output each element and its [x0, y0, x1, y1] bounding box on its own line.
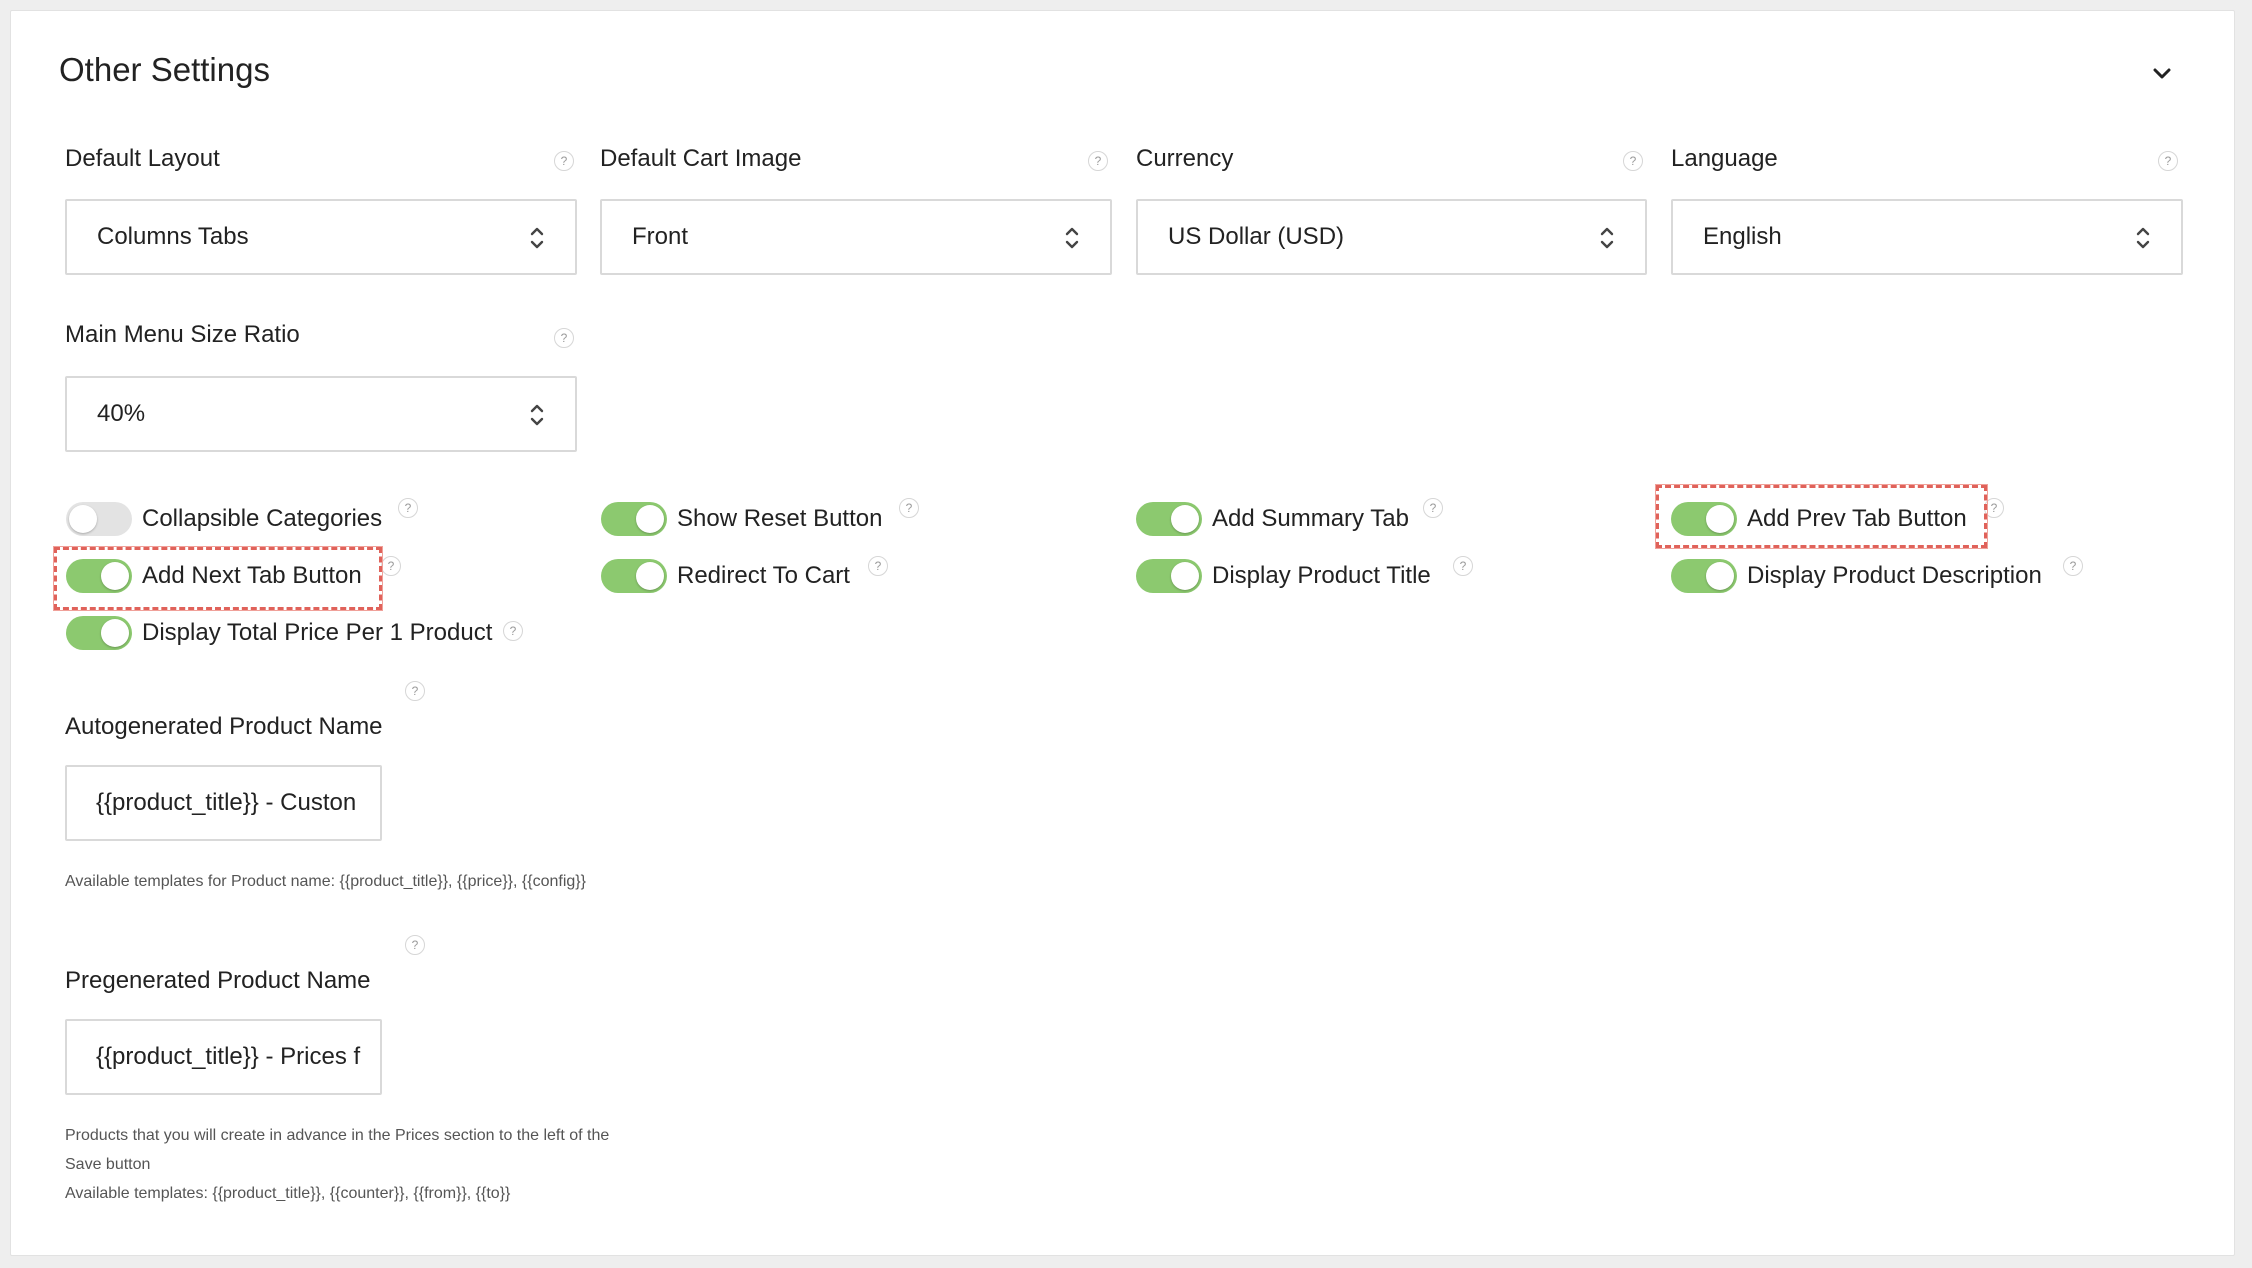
- help-icon[interactable]: ?: [405, 681, 425, 701]
- help-icon[interactable]: ?: [503, 621, 523, 641]
- toggle-display-product-description[interactable]: Display Product Description: [1671, 559, 2042, 593]
- help-icon[interactable]: ?: [868, 556, 888, 576]
- select-value: Columns Tabs: [97, 223, 249, 250]
- autogenerated-hint: Available templates for Product name: {{…: [65, 873, 586, 890]
- language-label: Language: [1671, 145, 1778, 172]
- toggle-label: Display Product Description: [1747, 562, 2042, 589]
- help-icon[interactable]: ?: [1984, 498, 2004, 518]
- main-menu-size-ratio-label: Main Menu Size Ratio: [65, 321, 300, 348]
- toggle-switch[interactable]: [601, 559, 667, 593]
- toggle-switch[interactable]: [66, 616, 132, 650]
- main-menu-size-ratio-select[interactable]: 40%: [65, 376, 577, 452]
- pregenerated-hint-line-1: Products that you will create in advance…: [65, 1127, 610, 1144]
- default-layout-label: Default Layout: [65, 145, 220, 172]
- toggle-switch[interactable]: [1136, 559, 1202, 593]
- help-icon[interactable]: ?: [2063, 556, 2083, 576]
- other-settings-panel: Other Settings Default Layout ? Columns …: [10, 10, 2235, 1256]
- toggle-switch[interactable]: [601, 502, 667, 536]
- toggle-switch[interactable]: [1671, 559, 1737, 593]
- help-icon[interactable]: ?: [1623, 151, 1643, 171]
- sort-arrows-icon: [1600, 227, 1614, 249]
- toggle-label: Show Reset Button: [677, 505, 883, 532]
- toggle-switch[interactable]: [66, 502, 132, 536]
- help-icon[interactable]: ?: [381, 556, 401, 576]
- default-cart-image-select[interactable]: Front: [600, 199, 1112, 275]
- help-icon[interactable]: ?: [1423, 498, 1443, 518]
- toggle-redirect-to-cart[interactable]: Redirect To Cart: [601, 559, 850, 593]
- toggle-label: Add Summary Tab: [1212, 505, 1409, 532]
- section-title: Other Settings: [59, 51, 270, 88]
- help-icon[interactable]: ?: [398, 498, 418, 518]
- pregenerated-hint-line-3: Available templates: {{product_title}}, …: [65, 1185, 511, 1202]
- select-value: Front: [632, 223, 689, 250]
- toggle-label: Add Next Tab Button: [142, 562, 362, 589]
- pregenerated-product-name-input[interactable]: {{product_title}} - Prices f: [65, 1019, 382, 1095]
- help-icon[interactable]: ?: [1453, 556, 1473, 576]
- toggle-add-next-tab-button[interactable]: Add Next Tab Button: [66, 559, 362, 593]
- help-icon[interactable]: ?: [1088, 151, 1108, 171]
- toggle-label: Redirect To Cart: [677, 562, 850, 589]
- toggle-collapsible-categories[interactable]: Collapsible Categories: [66, 502, 382, 536]
- help-icon[interactable]: ?: [554, 151, 574, 171]
- toggle-label: Collapsible Categories: [142, 505, 383, 532]
- toggle-switch[interactable]: [66, 559, 132, 593]
- toggle-label: Add Prev Tab Button: [1747, 505, 1967, 532]
- sort-arrows-icon: [2136, 227, 2150, 249]
- autogenerated-product-name-input[interactable]: {{product_title}} - Custon: [65, 765, 382, 841]
- chevron-down-icon[interactable]: [2147, 59, 2177, 89]
- select-value: English: [1703, 223, 1782, 250]
- currency-label: Currency: [1136, 145, 1234, 172]
- input-value: {{product_title}} - Prices f: [96, 1043, 361, 1070]
- input-value: {{product_title}} - Custon: [96, 789, 357, 816]
- default-layout-select[interactable]: Columns Tabs: [65, 199, 577, 275]
- toggle-show-reset-button[interactable]: Show Reset Button: [601, 502, 882, 536]
- pregenerated-hint-line-2: Save button: [65, 1156, 151, 1173]
- help-icon[interactable]: ?: [2158, 151, 2178, 171]
- select-value: 40%: [97, 400, 146, 427]
- sort-arrows-icon: [530, 227, 544, 249]
- help-icon[interactable]: ?: [405, 935, 425, 955]
- pregenerated-product-name-label: Pregenerated Product Name: [65, 967, 371, 994]
- sort-arrows-icon: [530, 404, 544, 426]
- language-select[interactable]: English: [1671, 199, 2183, 275]
- currency-select[interactable]: US Dollar (USD): [1136, 199, 1647, 275]
- default-cart-image-label: Default Cart Image: [600, 145, 802, 172]
- toggle-display-product-title[interactable]: Display Product Title: [1136, 559, 1431, 593]
- help-icon[interactable]: ?: [899, 498, 919, 518]
- help-icon[interactable]: ?: [554, 328, 574, 348]
- toggle-switch[interactable]: [1136, 502, 1202, 536]
- toggle-add-prev-tab-button[interactable]: Add Prev Tab Button: [1671, 502, 1967, 536]
- select-value: US Dollar (USD): [1168, 223, 1345, 250]
- toggle-display-total-price[interactable]: Display Total Price Per 1 Product: [66, 616, 492, 650]
- autogenerated-product-name-label: Autogenerated Product Name: [65, 713, 383, 740]
- toggle-switch[interactable]: [1671, 502, 1737, 536]
- toggle-label: Display Total Price Per 1 Product: [142, 619, 493, 646]
- toggle-label: Display Product Title: [1212, 562, 1431, 589]
- sort-arrows-icon: [1065, 227, 1079, 249]
- toggle-add-summary-tab[interactable]: Add Summary Tab: [1136, 502, 1409, 536]
